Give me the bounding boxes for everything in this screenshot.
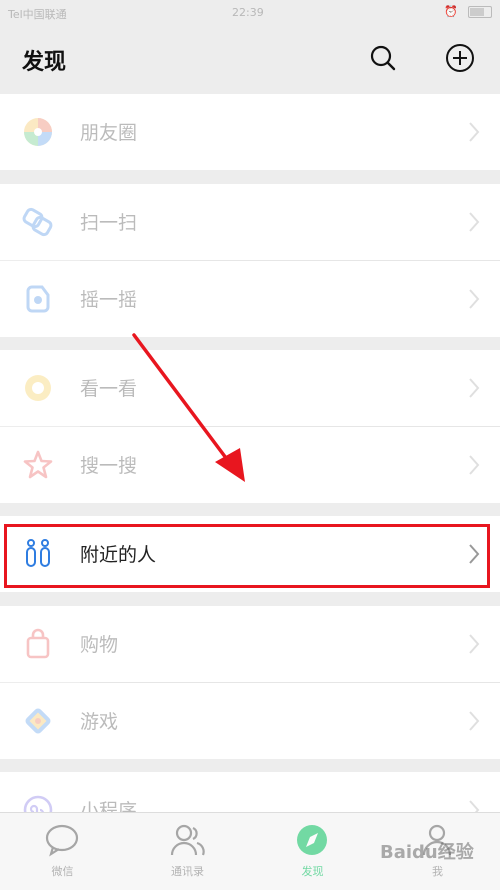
tab-label: 我 — [432, 865, 443, 878]
contacts-icon — [170, 824, 205, 856]
tab-label: 通讯录 — [171, 865, 204, 878]
tab-chats[interactable]: 微信 — [0, 813, 125, 890]
annotation-arrow — [132, 333, 245, 482]
tab-label: 微信 — [51, 865, 74, 878]
tab-label: 发现 — [301, 865, 324, 878]
tab-discover[interactable]: 发现 — [250, 813, 375, 890]
chat-icon — [45, 824, 79, 857]
tab-contacts[interactable]: 通讯录 — [125, 813, 250, 890]
compass-icon — [297, 825, 327, 855]
watermark: Baidu经验 — [380, 842, 474, 863]
